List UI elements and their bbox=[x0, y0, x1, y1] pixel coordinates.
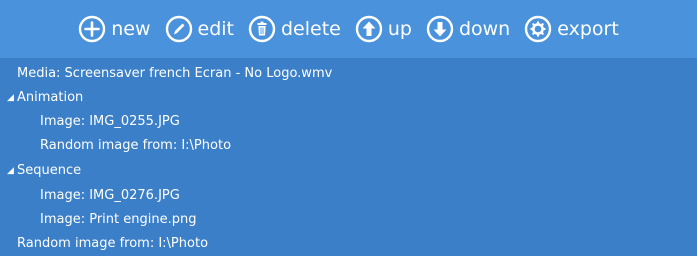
tree-item-label: Sequence bbox=[17, 163, 82, 178]
arrow-down-circle-icon bbox=[426, 15, 454, 43]
media-tree: Media: Screensaver french Ecran - No Log… bbox=[0, 58, 697, 256]
pencil-circle-icon bbox=[165, 15, 193, 43]
up-button[interactable]: up bbox=[355, 15, 412, 43]
trash-circle-icon bbox=[248, 15, 276, 43]
arrow-up-circle-icon bbox=[355, 15, 383, 43]
export-button[interactable]: export bbox=[524, 15, 619, 43]
expand-triangle-icon[interactable]: ◢ bbox=[7, 160, 14, 182]
tree-item-label: Animation bbox=[17, 90, 84, 105]
tree-item-label: Image: Print engine.png bbox=[40, 212, 197, 227]
new-button[interactable]: new bbox=[78, 15, 151, 43]
down-button[interactable]: down bbox=[426, 15, 510, 43]
tree-item-label: Image: IMG_0255.JPG bbox=[40, 114, 180, 129]
down-button-label: down bbox=[458, 18, 511, 40]
new-button-label: new bbox=[111, 18, 151, 40]
delete-button[interactable]: delete bbox=[248, 15, 341, 43]
delete-button-label: delete bbox=[280, 18, 341, 40]
tree-item-label: Image: IMG_0276.JPG bbox=[40, 188, 180, 203]
export-button-label: export bbox=[557, 18, 619, 40]
tree-item-label: Random image from: I:\Photo bbox=[40, 138, 232, 153]
expand-triangle-icon[interactable]: ◢ bbox=[7, 87, 14, 109]
media-list-panel: new edit delete up down export Media: Sc… bbox=[0, 0, 697, 256]
tree-item-label: Media: Screensaver french Ecran - No Log… bbox=[17, 66, 333, 81]
plus-circle-icon bbox=[78, 15, 106, 43]
toolbar: new edit delete up down export bbox=[0, 0, 697, 58]
edit-button[interactable]: edit bbox=[165, 15, 234, 43]
tree-item-label: Random image from: I:\Photo bbox=[17, 236, 209, 251]
gear-circle-icon bbox=[524, 15, 552, 43]
up-button-label: up bbox=[387, 18, 412, 40]
edit-button-label: edit bbox=[197, 18, 234, 40]
